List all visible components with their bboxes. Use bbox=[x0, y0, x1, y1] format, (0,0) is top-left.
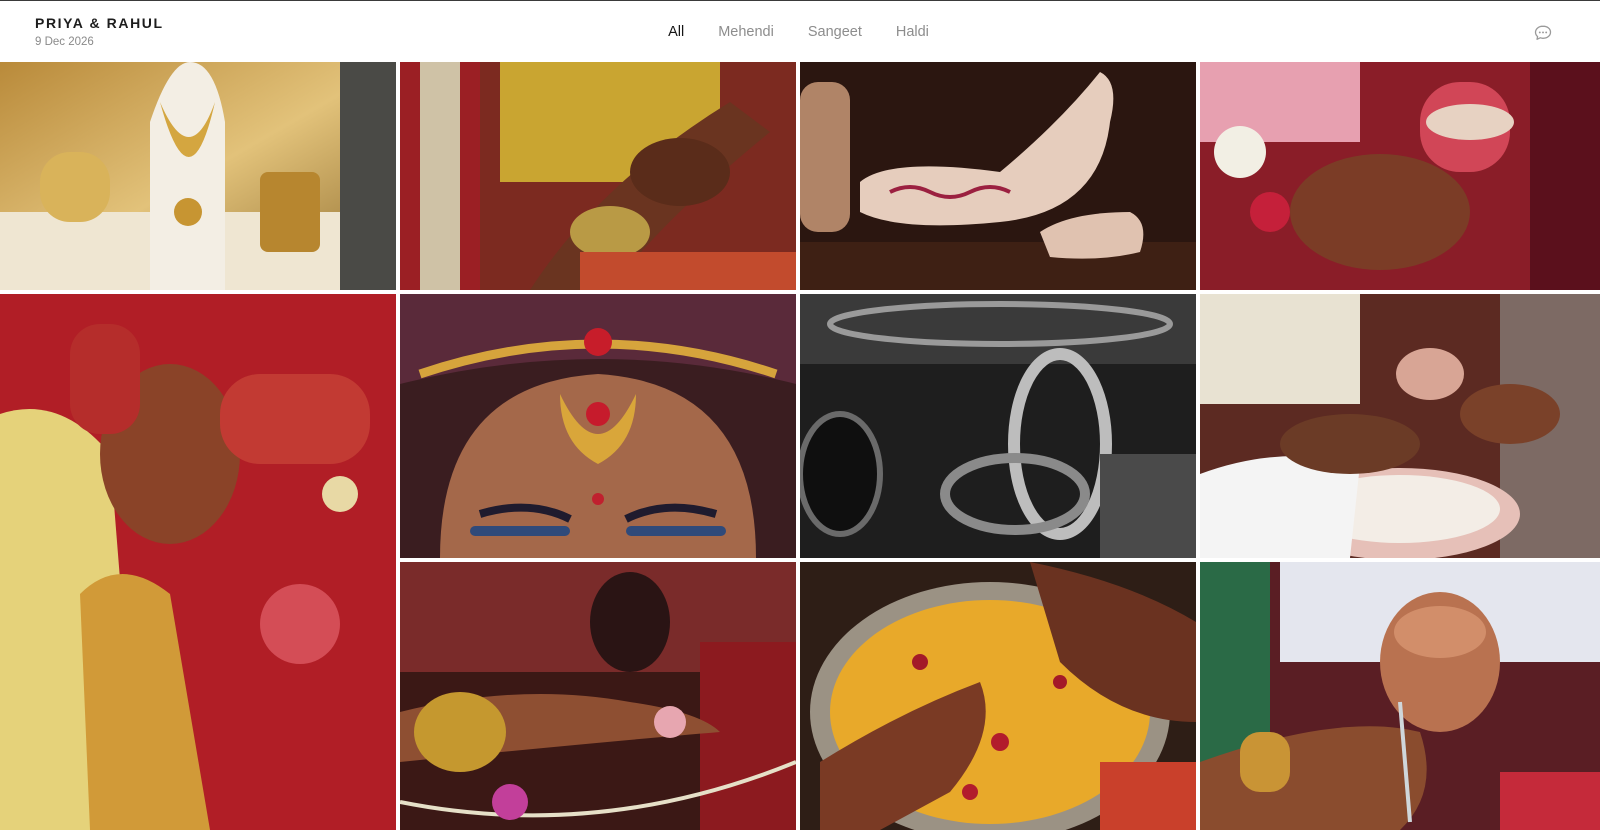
photo-gold-jewelry-display[interactable] bbox=[0, 62, 396, 290]
photo-embroidered-juttis[interactable] bbox=[800, 62, 1196, 290]
tab-all[interactable]: All bbox=[668, 23, 684, 41]
tab-haldi[interactable]: Haldi bbox=[896, 23, 929, 41]
photo-hands-rings-garland[interactable] bbox=[400, 562, 796, 830]
tab-mehendi[interactable]: Mehendi bbox=[718, 23, 774, 41]
chat-bubble-icon bbox=[1534, 25, 1552, 40]
chat-button[interactable] bbox=[1533, 23, 1553, 43]
photo-black-white-bangles[interactable] bbox=[800, 294, 1196, 558]
photo-mehndi-hands-flowers[interactable] bbox=[1200, 62, 1600, 290]
app-header: PRIYA & RAHUL 9 Dec 2026 All Mehendi San… bbox=[0, 1, 1600, 61]
photo-ritual-milk-bowl[interactable] bbox=[1200, 294, 1600, 558]
tab-sangeet[interactable]: Sangeet bbox=[808, 23, 862, 41]
photo-maang-tikka[interactable] bbox=[400, 294, 796, 558]
filter-tabs: All Mehendi Sangeet Haldi bbox=[0, 23, 1600, 41]
photo-copper-kalash[interactable] bbox=[1200, 562, 1600, 830]
photo-henna-hands-bangles[interactable] bbox=[400, 62, 796, 290]
photo-grid bbox=[0, 62, 1600, 830]
photo-hands-haldi-bowl[interactable] bbox=[800, 562, 1196, 830]
photo-bride-hands-lehenga[interactable] bbox=[0, 294, 396, 830]
